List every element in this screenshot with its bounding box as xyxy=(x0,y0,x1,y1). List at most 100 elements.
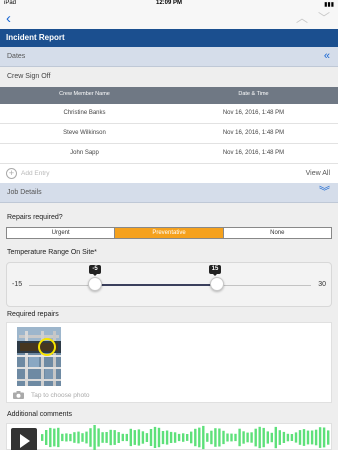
section-job-details-label: Job Details xyxy=(7,189,42,196)
segment-preventative[interactable]: Preventative xyxy=(115,228,224,238)
camera-icon[interactable] xyxy=(13,391,24,399)
crew-sign-date: Nov 16, 2016, 1:48 PM xyxy=(222,130,285,136)
waveform-bar xyxy=(298,430,302,445)
waveform-bar xyxy=(254,428,257,447)
waveform-bar xyxy=(266,431,269,444)
waveform-bar xyxy=(274,426,277,449)
view-all-link[interactable]: View All xyxy=(306,170,330,177)
waveform-bar xyxy=(137,429,141,446)
add-entry-row: + Add Entry View All xyxy=(0,166,338,182)
crew-table-header: Crew Member Name Date & Time xyxy=(0,87,338,104)
waveform-bar xyxy=(222,430,225,445)
waveform-bar xyxy=(121,433,124,442)
waveform-bar xyxy=(165,430,169,445)
waveform-bar xyxy=(157,427,161,448)
waveform-bar xyxy=(278,430,281,445)
repairs-required-label: Repairs required? xyxy=(7,214,63,221)
waveform-bar xyxy=(234,433,237,442)
play-button[interactable] xyxy=(11,428,37,450)
slider-min-label: -15 xyxy=(12,281,23,288)
waveform-bar xyxy=(109,429,112,446)
slider-high-thumb[interactable] xyxy=(210,277,224,291)
add-entry-button[interactable]: Add Entry xyxy=(21,170,50,177)
collapse-double-chevron-down-icon[interactable]: ︾ xyxy=(319,186,330,198)
waveform-bar xyxy=(73,432,76,443)
required-repairs-label: Required repairs xyxy=(7,311,59,318)
waveform-bar xyxy=(145,433,149,442)
waveform-bar xyxy=(226,433,229,442)
waveform-bar xyxy=(314,429,318,446)
status-time: 12:09 PM xyxy=(155,0,182,6)
waveform-bar xyxy=(89,428,92,447)
waveform-bar xyxy=(302,429,306,446)
crew-member-name: John Sapp xyxy=(70,150,99,156)
waveform-bar xyxy=(218,428,221,447)
slider-low-thumb[interactable] xyxy=(88,277,102,291)
page-title: Incident Report xyxy=(6,33,65,42)
waveform-bar xyxy=(306,430,310,445)
waveform-bar xyxy=(294,432,298,443)
additional-comments-label: Additional comments xyxy=(7,411,72,418)
segment-urgent[interactable]: Urgent xyxy=(7,228,116,238)
section-dates-label: Dates xyxy=(7,53,26,60)
next-record-chevron-down-icon[interactable]: ﹀ xyxy=(318,11,330,26)
waveform-bar xyxy=(41,434,44,441)
audio-waveform[interactable] xyxy=(41,424,331,450)
waveform-bar xyxy=(270,432,273,443)
waveform-bar xyxy=(113,430,116,445)
waveform-bar xyxy=(202,425,205,450)
waveform-bar xyxy=(182,433,185,442)
waveform-bar xyxy=(230,433,233,442)
waveform-bar xyxy=(250,432,253,443)
slider-selected-range xyxy=(95,284,217,286)
segment-none[interactable]: None xyxy=(224,228,331,238)
collapse-double-chevron-left-icon[interactable]: « xyxy=(324,50,330,62)
waveform-bar xyxy=(97,428,100,447)
waveform-bar xyxy=(318,427,322,448)
waveform-bar xyxy=(198,427,201,448)
waveform-bar xyxy=(153,426,157,448)
waveform-bar xyxy=(45,430,48,445)
waveform-bar xyxy=(262,427,265,448)
table-row[interactable]: Christine Banks Nov 16, 2016, 1:48 PM xyxy=(0,104,338,124)
waveform-bar xyxy=(133,430,136,445)
waveform-bar xyxy=(186,434,189,441)
repair-photo-thumbnail[interactable] xyxy=(17,327,61,386)
back-chevron-icon[interactable]: ‹ xyxy=(6,10,11,27)
temperature-range-slider: -15 30 -5 15 xyxy=(6,262,332,307)
slider-max-label: 30 xyxy=(318,281,326,288)
audio-comment-player xyxy=(6,423,332,450)
waveform-bar xyxy=(214,428,217,447)
battery-icon: ▮▮▮ xyxy=(324,2,334,8)
waveform-bar xyxy=(177,433,181,442)
waveform-bar xyxy=(81,433,84,442)
waveform-bar xyxy=(282,431,286,443)
waveform-bar xyxy=(322,427,326,448)
waveform-bar xyxy=(238,428,241,447)
table-row[interactable]: Steve Wilkinson Nov 16, 2016, 1:48 PM xyxy=(0,124,338,144)
section-job-details[interactable]: Job Details ︾ xyxy=(0,183,338,203)
waveform-bar xyxy=(61,433,64,442)
choose-photo-hint[interactable]: Tap to choose photo xyxy=(31,392,90,399)
waveform-bar xyxy=(310,430,314,445)
waveform-bar xyxy=(125,433,128,442)
waveform-bar xyxy=(69,433,72,442)
waveform-bar xyxy=(105,432,108,443)
slider-low-value-tooltip: -5 xyxy=(89,265,101,276)
section-dates[interactable]: Dates « xyxy=(0,47,338,67)
waveform-bar xyxy=(85,431,88,444)
status-bar: iPad 12:09 PM ▮▮▮ xyxy=(0,0,338,9)
table-row[interactable]: John Sapp Nov 16, 2016, 1:48 PM xyxy=(0,144,338,164)
waveform-bar xyxy=(161,431,165,445)
crew-sign-date: Nov 16, 2016, 1:48 PM xyxy=(222,150,285,156)
crew-signoff-label: Crew Sign Off xyxy=(7,73,51,80)
waveform-bar xyxy=(290,434,294,441)
add-plus-icon[interactable]: + xyxy=(6,168,17,179)
waveform-bar xyxy=(49,427,52,448)
waveform-bar xyxy=(206,433,209,442)
waveform-bar xyxy=(258,426,261,449)
waveform-bar xyxy=(327,430,330,445)
waveform-bar xyxy=(53,428,56,447)
waveform-bar xyxy=(149,429,153,446)
previous-record-chevron-up-icon[interactable]: ︿ xyxy=(296,11,308,26)
